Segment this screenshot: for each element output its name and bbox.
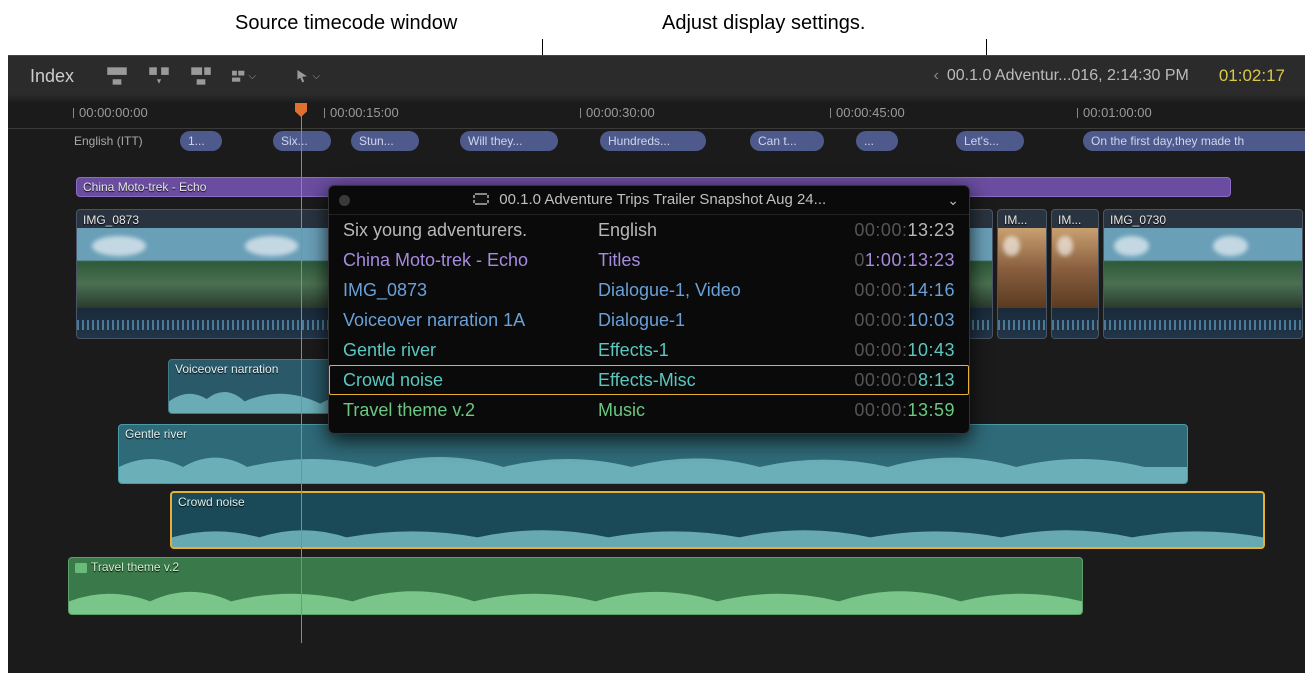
display-settings-chevron-icon[interactable]: ⌄: [947, 192, 959, 209]
crowd-noise-clip[interactable]: Crowd noise: [170, 491, 1265, 549]
ruler-mark: 00:00:45:00: [836, 105, 905, 120]
insert-clip-icon[interactable]: [146, 63, 172, 89]
waveform: [69, 576, 1082, 614]
tc-row-time: 00:00:10:43: [805, 340, 955, 361]
append-clip-icon[interactable]: [188, 63, 214, 89]
video-clip-label: IM...: [1004, 213, 1027, 227]
title-clip-label: China Moto-trek - Echo: [83, 180, 206, 194]
tc-window-title: 00.1.0 Adventure Trips Trailer Snapshot …: [360, 191, 939, 209]
playhead[interactable]: [301, 103, 302, 643]
tc-row[interactable]: IMG_0873Dialogue-1, Video00:00:14:16: [329, 275, 969, 305]
ruler-mark: 00:00:00:00: [79, 105, 148, 120]
tc-row[interactable]: Gentle riverEffects-100:00:10:43: [329, 335, 969, 365]
tc-row-role: Music: [598, 400, 805, 421]
ruler-mark: 00:01:00:00: [1083, 105, 1152, 120]
tc-row-role: Effects-1: [598, 340, 805, 361]
thumbnails: [1052, 228, 1098, 308]
caption-clip[interactable]: Six...: [273, 131, 331, 151]
caption-clip[interactable]: Let's...: [956, 131, 1024, 151]
gentle-river-clip-label: Gentle river: [125, 427, 187, 441]
filmstrip-icon: [473, 192, 489, 209]
select-tool-icon[interactable]: ⌵: [294, 63, 320, 89]
thumbnails: [1104, 228, 1302, 308]
travel-theme-clip-label: Travel theme v.2: [75, 560, 179, 574]
connect-clip-icon[interactable]: [104, 63, 130, 89]
tc-row[interactable]: Six young adventurers.English00:00:13:23: [329, 215, 969, 245]
ruler-mark: 00:00:30:00: [586, 105, 655, 120]
ruler-mark: 00:00:15:00: [330, 105, 399, 120]
tc-row-time: 00:00:13:23: [805, 220, 955, 241]
tc-row-name: Crowd noise: [343, 370, 598, 391]
tc-row[interactable]: Travel theme v.2Music00:00:13:59: [329, 395, 969, 425]
caption-clip[interactable]: Stun...: [351, 131, 419, 151]
tc-row[interactable]: Voiceover narration 1ADialogue-100:00:10…: [329, 305, 969, 335]
callout-source-tc: Source timecode window: [235, 12, 457, 35]
tc-rows: Six young adventurers.English00:00:13:23…: [329, 215, 969, 425]
timeline[interactable]: 00:00:00:00 00:00:15:00 00:00:30:00 00:00:4…: [8, 95, 1305, 673]
tc-row-time: 00:00:08:13: [805, 370, 955, 391]
project-title: 00.1.0 Adventur...016, 2:14:30 PM: [947, 67, 1189, 85]
video-clip-label: IM...: [1058, 213, 1081, 227]
voiceover-clip-label: Voiceover narration: [175, 362, 278, 376]
tc-row-name: Voiceover narration 1A: [343, 310, 598, 331]
video-clip[interactable]: IMG_0730: [1103, 209, 1303, 339]
timeline-toolbar: Index ⌵ ⌵ ‹ 00.1.0 Adventur...016, 2:14:…: [8, 55, 1305, 97]
tc-row[interactable]: China Moto-trek - EchoTitles01:00:13:23: [329, 245, 969, 275]
video-clip[interactable]: IM...: [997, 209, 1047, 339]
project-navigator[interactable]: ‹ 00.1.0 Adventur...016, 2:14:30 PM 01:0…: [934, 66, 1305, 86]
caption-lane: English (ITT) 1... Six... Stun... Will they…: [68, 131, 1305, 153]
waveform: [119, 443, 1187, 483]
tc-row-role: Titles: [598, 250, 805, 271]
project-back-icon[interactable]: ‹: [934, 67, 939, 85]
music-role-icon: [75, 563, 87, 573]
overwrite-clip-icon[interactable]: ⌵: [230, 63, 256, 89]
tc-window-header[interactable]: 00.1.0 Adventure Trips Trailer Snapshot …: [329, 186, 969, 215]
tc-row-time: 00:00:10:03: [805, 310, 955, 331]
tc-row-name: Gentle river: [343, 340, 598, 361]
index-button[interactable]: Index: [8, 66, 96, 87]
caption-clip[interactable]: Can t...: [750, 131, 824, 151]
waveform: [998, 308, 1046, 338]
tc-row-name: Six young adventurers.: [343, 220, 598, 241]
tc-row-role: Effects-Misc: [598, 370, 805, 391]
tc-row-time: 00:00:14:16: [805, 280, 955, 301]
callout-display-settings: Adjust display settings.: [662, 12, 865, 35]
caption-clip[interactable]: Will they...: [460, 131, 558, 151]
tc-row-role: Dialogue-1: [598, 310, 805, 331]
tc-row-name: Travel theme v.2: [343, 400, 598, 421]
caption-clip[interactable]: Hundreds...: [600, 131, 706, 151]
waveform: [172, 511, 1263, 547]
video-clip-label: IMG_0873: [83, 213, 139, 227]
tc-row-name: China Moto-trek - Echo: [343, 250, 598, 271]
tc-row-name: IMG_0873: [343, 280, 598, 301]
time-ruler[interactable]: 00:00:00:00 00:00:15:00 00:00:30:00 00:00:4…: [8, 103, 1305, 129]
thumbnails: [998, 228, 1046, 308]
tc-row-time: 00:00:13:59: [805, 400, 955, 421]
caption-clip[interactable]: On the first day,they made th: [1083, 131, 1305, 151]
crowd-noise-clip-label: Crowd noise: [178, 495, 245, 509]
caption-track-label: English (ITT): [74, 134, 143, 148]
tc-row-role: Dialogue-1, Video: [598, 280, 805, 301]
video-clip[interactable]: IM...: [1051, 209, 1099, 339]
waveform: [1104, 308, 1302, 338]
waveform: [1052, 308, 1098, 338]
travel-theme-clip[interactable]: Travel theme v.2: [68, 557, 1083, 615]
tc-row-role: English: [598, 220, 805, 241]
master-timecode: 01:02:17: [1219, 66, 1285, 86]
caption-clip[interactable]: 1...: [180, 131, 222, 151]
close-dot-icon[interactable]: [339, 195, 350, 206]
tc-row[interactable]: Crowd noiseEffects-Misc00:00:08:13: [329, 365, 969, 395]
tc-row-time: 01:00:13:23: [805, 250, 955, 271]
source-timecode-window[interactable]: 00.1.0 Adventure Trips Trailer Snapshot …: [328, 185, 970, 434]
caption-clip[interactable]: ...: [856, 131, 898, 151]
video-clip-label: IMG_0730: [1110, 213, 1166, 227]
